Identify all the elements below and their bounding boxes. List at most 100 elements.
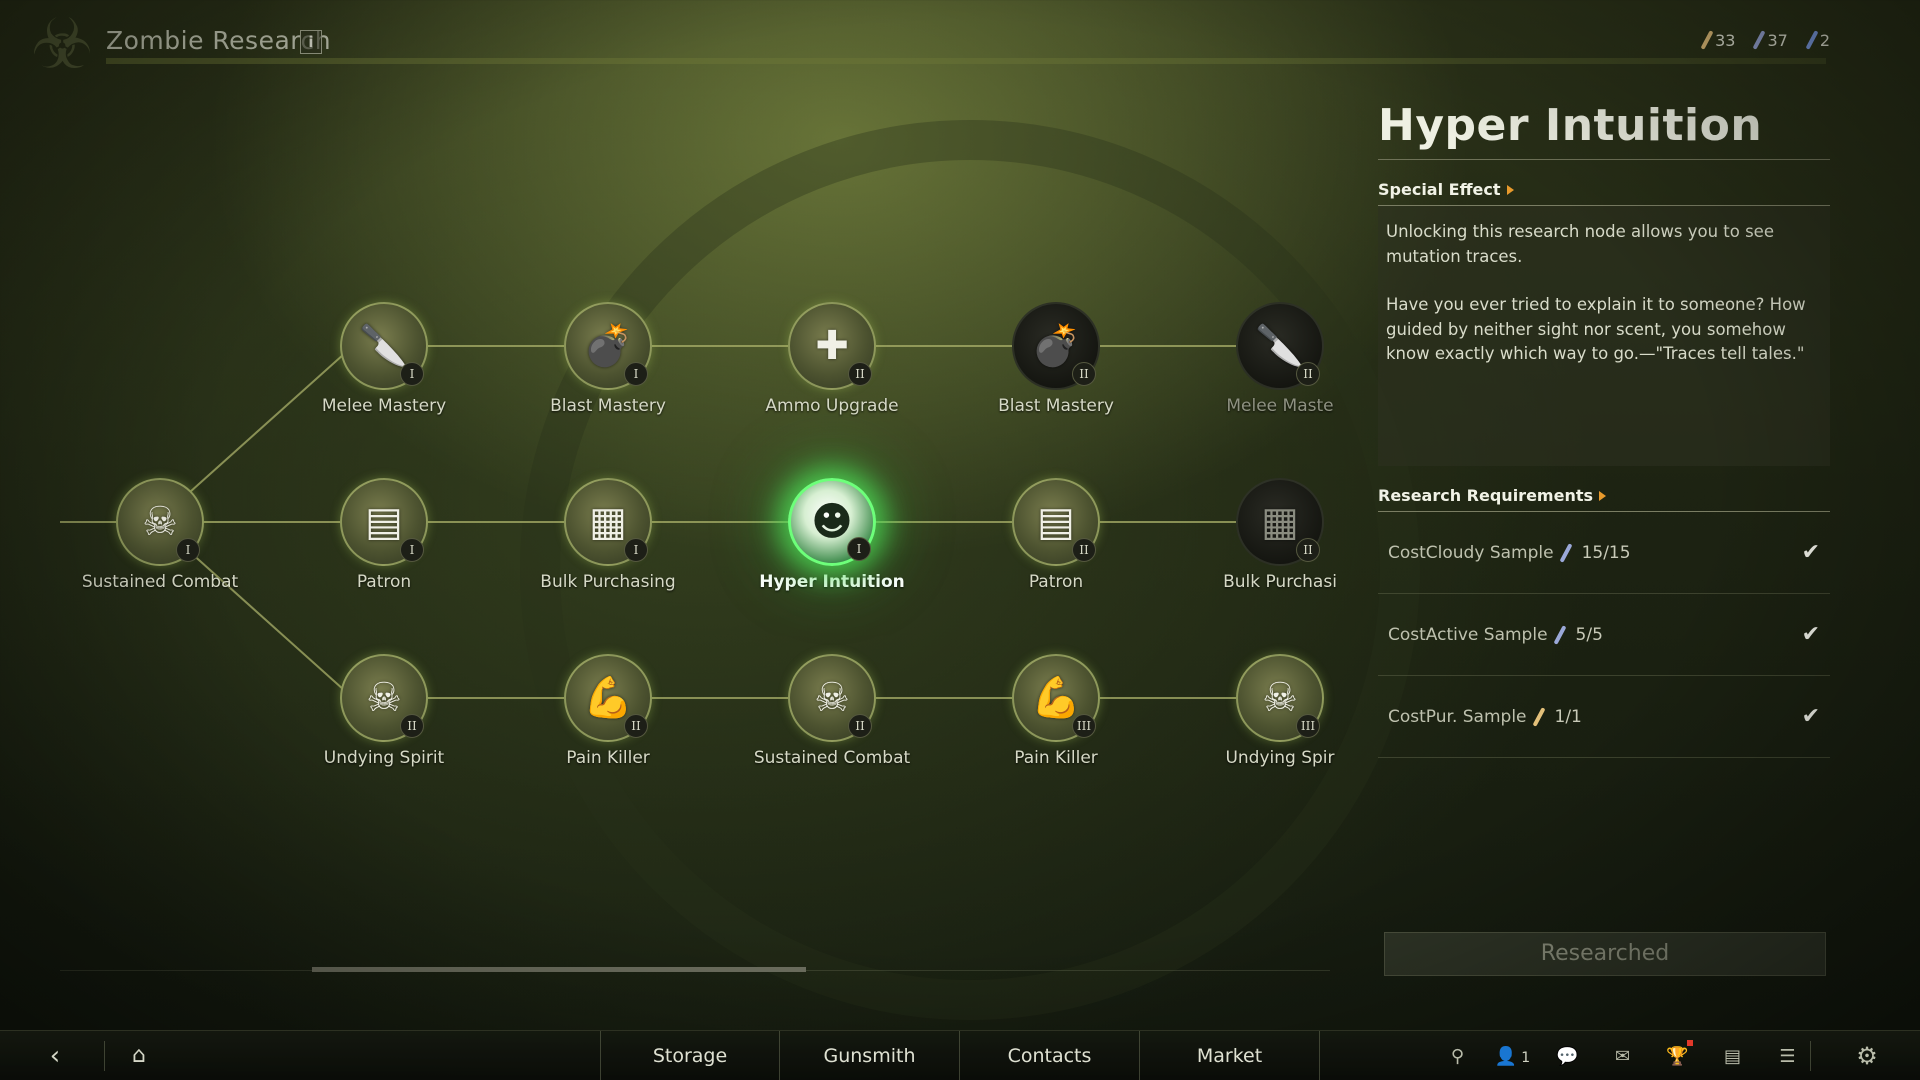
- effect-text: Unlocking this research node allows you …: [1386, 222, 1774, 266]
- research-node-blast-mastery-1[interactable]: 💣 I Blast Mastery: [498, 302, 718, 416]
- discount-crates-icon: ▤: [365, 499, 403, 545]
- node-label: Pain Killer: [566, 748, 650, 768]
- bulk-crates-icon: ▦: [589, 499, 627, 545]
- cloudy-sample-vial-icon: [1700, 30, 1714, 50]
- pure-sample-vial-icon: [1805, 30, 1819, 50]
- node-label: Hyper Intuition: [759, 572, 905, 592]
- tier-badge: III: [1296, 714, 1320, 738]
- bottom-navigation-bar: ‹ ⌂ Storage Gunsmith Contacts Market ⚲ 👤…: [0, 1030, 1920, 1080]
- research-node-bulk-purchasing-1[interactable]: ▦ I Bulk Purchasing: [498, 478, 718, 592]
- research-node-patron-2[interactable]: ▤ II Patron: [946, 478, 1166, 592]
- skull-plus-icon: ☠: [142, 499, 178, 545]
- tier-badge: II: [1296, 362, 1320, 386]
- divider: [1810, 1041, 1811, 1071]
- special-effect-description: Unlocking this research node allows you …: [1378, 206, 1830, 466]
- skull-plus-icon: ☠: [366, 675, 402, 721]
- sample-vial-icon: [1559, 542, 1573, 563]
- research-node-sustained-combat-2[interactable]: ☠ II Sustained Combat: [722, 654, 942, 768]
- node-label: Sustained Combat: [81, 572, 239, 592]
- tier-badge: I: [400, 362, 424, 386]
- tier-badge: II: [624, 714, 648, 738]
- node-label: Bulk Purchasing: [540, 572, 676, 592]
- node-label: Melee Mastery: [321, 396, 447, 416]
- research-tree[interactable]: 🔪 I Melee Mastery 💣 I Blast Mastery ✚ II Am…: [0, 240, 1340, 800]
- mail-icon[interactable]: ✉: [1595, 1046, 1650, 1067]
- research-node-patron-1[interactable]: ▤ I Patron: [274, 478, 494, 592]
- tier-badge: III: [1072, 714, 1096, 738]
- nav-tabs: Storage Gunsmith Contacts Market: [600, 1031, 1320, 1080]
- info-button[interactable]: i: [300, 30, 322, 54]
- research-node-bulk-purchasing-2[interactable]: ▦ II Bulk Purchasi: [1170, 478, 1340, 592]
- tab-contacts[interactable]: Contacts: [960, 1031, 1140, 1080]
- tier-badge: II: [1296, 538, 1320, 562]
- chat-icon[interactable]: 💬: [1540, 1046, 1595, 1067]
- tier-badge: II: [848, 714, 872, 738]
- research-node-undying-spirit-2[interactable]: ☠ III Undying Spir: [1170, 654, 1340, 768]
- research-node-pain-killer-2[interactable]: 💪 III Pain Killer: [946, 654, 1166, 768]
- detail-title: Hyper Intuition: [1378, 100, 1763, 151]
- researched-button[interactable]: Researched: [1384, 932, 1826, 976]
- node-label: Blast Mastery: [998, 396, 1114, 416]
- bulk-crates-icon: ▦: [1261, 499, 1299, 545]
- document-icon[interactable]: ▤: [1705, 1046, 1760, 1067]
- tier-badge: I: [400, 538, 424, 562]
- header-divider: [106, 58, 1826, 64]
- requirement-row-cloudy-sample: CostCloudy Sample 15/15 ✔: [1378, 512, 1830, 594]
- divider: [104, 1041, 105, 1071]
- tab-gunsmith[interactable]: Gunsmith: [780, 1031, 960, 1080]
- arrow-right-icon: [1599, 490, 1607, 501]
- gear-icon[interactable]: ⚙: [1850, 1039, 1884, 1073]
- node-label: Patron: [1028, 572, 1084, 592]
- page-title: Zombie Research: [106, 26, 332, 55]
- biohazard-icon: ☣: [30, 3, 94, 85]
- checkmark-icon: ✔: [1801, 622, 1820, 647]
- tab-market[interactable]: Market: [1140, 1031, 1320, 1080]
- skull-plus-icon: ☠: [1262, 675, 1298, 721]
- checkmark-icon: ✔: [1801, 704, 1820, 729]
- squad-search-icon[interactable]: ⚲: [1430, 1046, 1485, 1067]
- special-effect-heading: Special Effect: [1378, 180, 1830, 199]
- flexed-arm-icon: 💪: [583, 675, 633, 721]
- discount-crates-icon: ▤: [1037, 499, 1075, 545]
- research-node-melee-mastery-2[interactable]: 🔪 II Melee Maste: [1170, 302, 1340, 416]
- node-label: Patron: [356, 572, 412, 592]
- tier-badge: I: [624, 538, 648, 562]
- friends-icon[interactable]: 👤 1: [1485, 1046, 1540, 1067]
- friends-count: 1: [1521, 1049, 1531, 1066]
- knife-upgrade-icon: 🔪: [1255, 323, 1305, 369]
- flavor-text: Have you ever tried to explain it to som…: [1386, 295, 1806, 363]
- checkmark-icon: ✔: [1801, 540, 1820, 565]
- research-node-hyper-intuition[interactable]: ☻ I Hyper Intuition: [722, 478, 942, 592]
- back-arrow-icon[interactable]: ‹: [38, 1039, 72, 1073]
- task-list-icon[interactable]: ☰: [1760, 1046, 1815, 1067]
- research-node-undying-spirit-1[interactable]: ☠ II Undying Spirit: [274, 654, 494, 768]
- grenade-upgrade-icon: 💣: [1031, 323, 1081, 369]
- utility-icons: ⚲ 👤 1 💬 ✉ 🏆 ▤ ☰: [1430, 1031, 1815, 1080]
- research-node-melee-mastery-1[interactable]: 🔪 I Melee Mastery: [274, 302, 494, 416]
- tier-badge: II: [1072, 538, 1096, 562]
- resource-active-sample: 37: [1752, 30, 1788, 50]
- requirement-row-active-sample: CostActive Sample 5/5 ✔: [1378, 594, 1830, 676]
- sample-vial-icon: [1553, 624, 1566, 645]
- node-label: Bulk Purchasi: [1223, 572, 1337, 592]
- node-label: Blast Mastery: [550, 396, 666, 416]
- research-node-blast-mastery-2[interactable]: 💣 II Blast Mastery: [946, 302, 1166, 416]
- research-node-ammo-upgrade[interactable]: ✚ II Ammo Upgrade: [722, 302, 942, 416]
- soldier-pointing-icon: ☻: [811, 499, 853, 545]
- research-node-pain-killer-1[interactable]: 💪 II Pain Killer: [498, 654, 718, 768]
- resource-counters: 33 37 2: [1700, 30, 1830, 50]
- resource-pure-sample: 2: [1805, 30, 1830, 50]
- header: ☣ Zombie Research i 33 37 2: [0, 0, 1920, 85]
- resource-cloudy-sample: 33: [1700, 30, 1735, 50]
- requirement-row-pure-sample: CostPur. Sample 1/1 ✔: [1378, 676, 1830, 758]
- research-requirements-heading: Research Requirements: [1378, 486, 1830, 505]
- grenade-upgrade-icon: 💣: [583, 323, 633, 369]
- node-label: Undying Spirit: [323, 748, 445, 768]
- trophy-icon[interactable]: 🏆: [1650, 1039, 1705, 1067]
- tab-storage[interactable]: Storage: [600, 1031, 780, 1080]
- tree-scrollbar-thumb[interactable]: [312, 967, 806, 972]
- home-icon[interactable]: ⌂: [122, 1039, 156, 1073]
- tier-badge: II: [400, 714, 424, 738]
- arrow-right-icon: [1506, 184, 1514, 195]
- research-node-sustained-combat-1[interactable]: ☠ I Sustained Combat: [50, 478, 270, 592]
